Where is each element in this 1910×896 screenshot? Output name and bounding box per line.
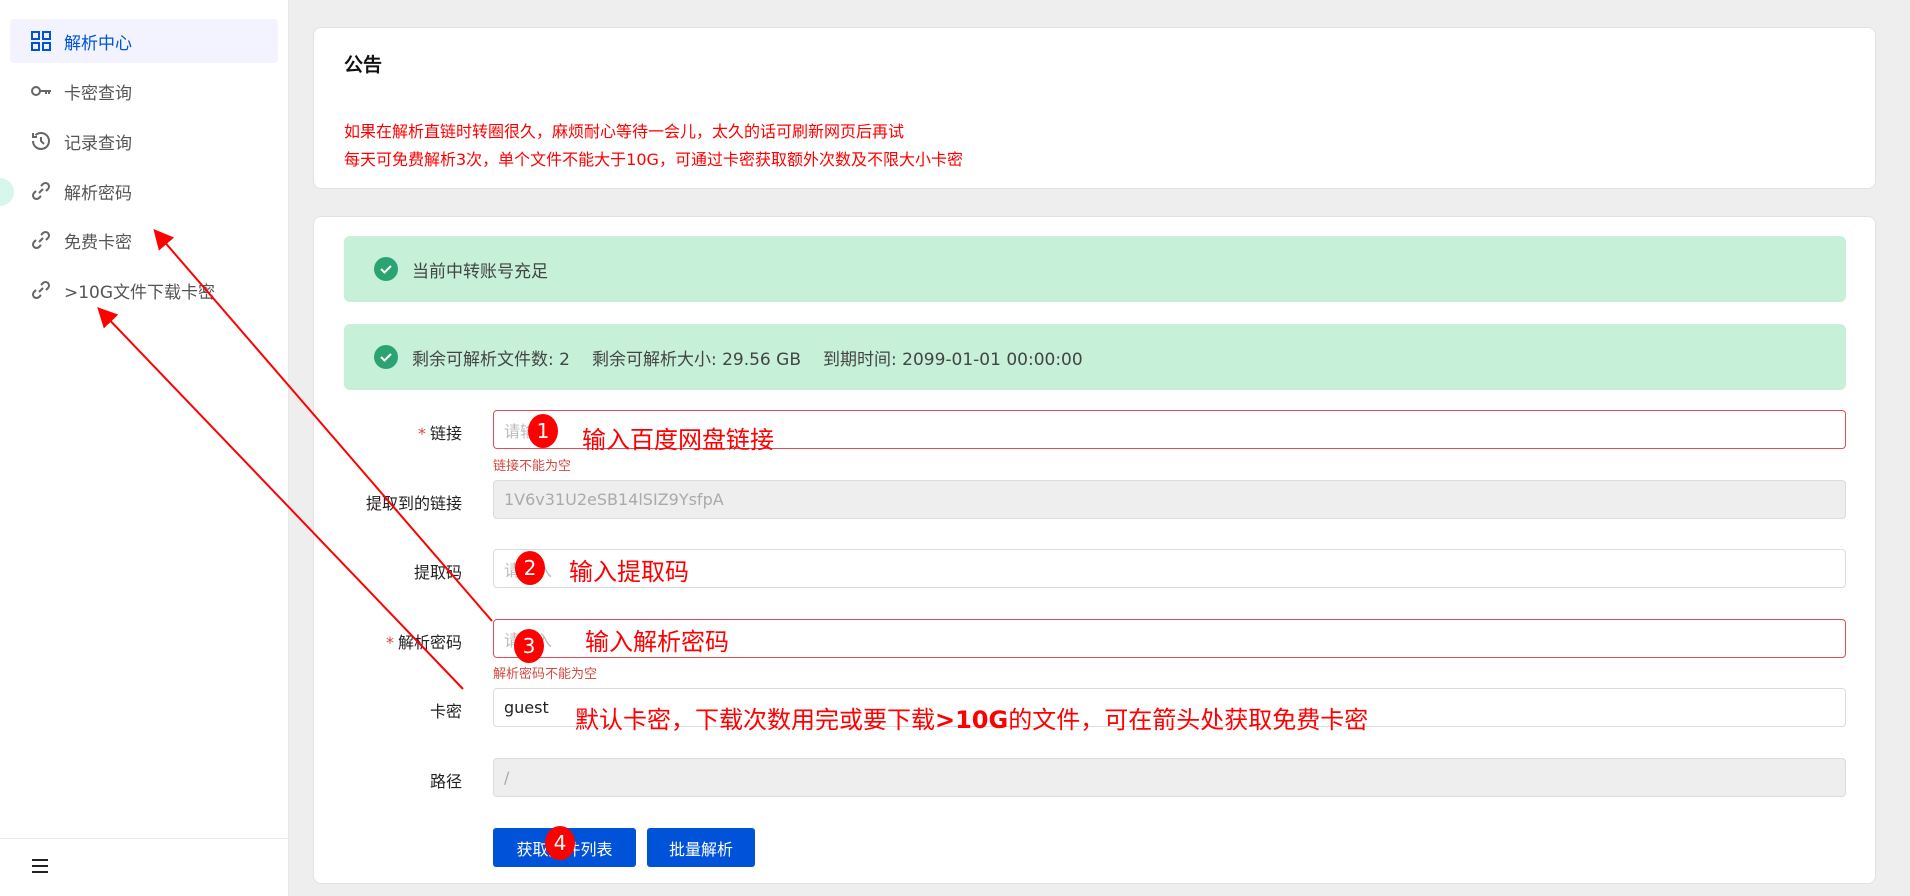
sidebar-item-10g-card[interactable]: >10G文件下载卡密: [10, 268, 278, 312]
batch-parse-button[interactable]: 批量解析: [647, 828, 755, 867]
annotation-badge: 1: [528, 414, 558, 448]
annotation-text: 输入提取码: [569, 558, 689, 586]
sidebar-item-free-card[interactable]: 免费卡密: [10, 218, 278, 262]
sidebar-item-label: 解析密码: [64, 183, 132, 204]
divider: [0, 838, 288, 839]
path-input[interactable]: /: [493, 758, 1846, 797]
scrollbar[interactable]: [1900, 0, 1910, 896]
status-alert: 当前中转账号充足: [344, 236, 1846, 302]
annotation-badge: 3: [514, 629, 544, 663]
notice-line: 每天可免费解析3次，单个文件不能大于10G，可通过卡密获取额外次数及不限大小卡密: [344, 150, 963, 169]
sidebar: 解析中心 卡密查询 记录查询 解析密码 免费卡密 >10G文件下载卡密: [0, 0, 289, 896]
annotation-badge: 2: [515, 551, 545, 585]
code-label: 提取码: [413, 563, 462, 582]
sidebar-item-label: 免费卡密: [64, 232, 132, 253]
sidebar-item-record-query[interactable]: 记录查询: [10, 119, 278, 163]
link-error: 链接不能为空: [493, 459, 572, 474]
sidebar-item-label: 卡密查询: [64, 83, 132, 104]
annotation-text: 输入解析密码: [585, 628, 729, 656]
sidebar-item-card-query[interactable]: 卡密查询: [10, 69, 278, 113]
check-circle-icon: [374, 345, 398, 369]
link-label: * 链接: [417, 424, 462, 443]
expiry-time: 到期时间: 2099-01-01 00:00:00: [823, 349, 1083, 370]
history-icon: [32, 132, 50, 150]
parse-form-card: 当前中转账号充足 剩余可解析文件数: 2 剩余可解析大小: 29.56 GB 到…: [313, 216, 1876, 884]
sidebar-item-label: >10G文件下载卡密: [64, 282, 216, 303]
grid-icon: [31, 31, 51, 51]
extract-code-input[interactable]: 请输入: [493, 549, 1846, 588]
link-icon: [31, 280, 51, 300]
annotation-text: 默认卡密，下载次数用完或要下载>10G的文件，可在箭头处获取免费卡密: [575, 706, 1369, 734]
notice-line: 如果在解析直链时转圈很久，麻烦耐心等待一会儿，太久的话可刷新网页后再试: [344, 122, 905, 141]
quota-alert: 剩余可解析文件数: 2 剩余可解析大小: 29.56 GB 到期时间: 2099…: [344, 324, 1846, 390]
link-icon: [31, 230, 51, 250]
remaining-files: 剩余可解析文件数: 2: [412, 349, 570, 370]
card-label: 卡密: [429, 702, 462, 721]
annotation-badge: 4: [545, 826, 575, 860]
sidebar-item-parse-center[interactable]: 解析中心: [10, 19, 278, 63]
link-icon: [31, 181, 51, 201]
notice-card: 公告 如果在解析直链时转圈很久，麻烦耐心等待一会儿，太久的话可刷新网页后再试 每…: [313, 27, 1876, 189]
extracted-link-input[interactable]: 1V6v31U2eSB14lSIZ9YsfpA: [493, 480, 1846, 519]
annotation-text: 输入百度网盘链接: [582, 426, 774, 454]
status-text: 当前中转账号充足: [412, 261, 548, 282]
password-label: * 解析密码: [385, 633, 462, 652]
sidebar-item-label: 记录查询: [64, 133, 132, 154]
sidebar-item-parse-password[interactable]: 解析密码: [10, 169, 278, 213]
hamburger-icon[interactable]: [29, 855, 51, 877]
extracted-link-label: 提取到的链接: [365, 494, 462, 513]
remaining-size: 剩余可解析大小: 29.56 GB: [591, 349, 801, 370]
check-circle-icon: [374, 257, 398, 281]
sidebar-item-label: 解析中心: [64, 33, 132, 54]
notice-title: 公告: [344, 54, 383, 76]
password-error: 解析密码不能为空: [493, 667, 598, 682]
path-label: 路径: [429, 772, 462, 791]
key-icon: [31, 86, 51, 96]
